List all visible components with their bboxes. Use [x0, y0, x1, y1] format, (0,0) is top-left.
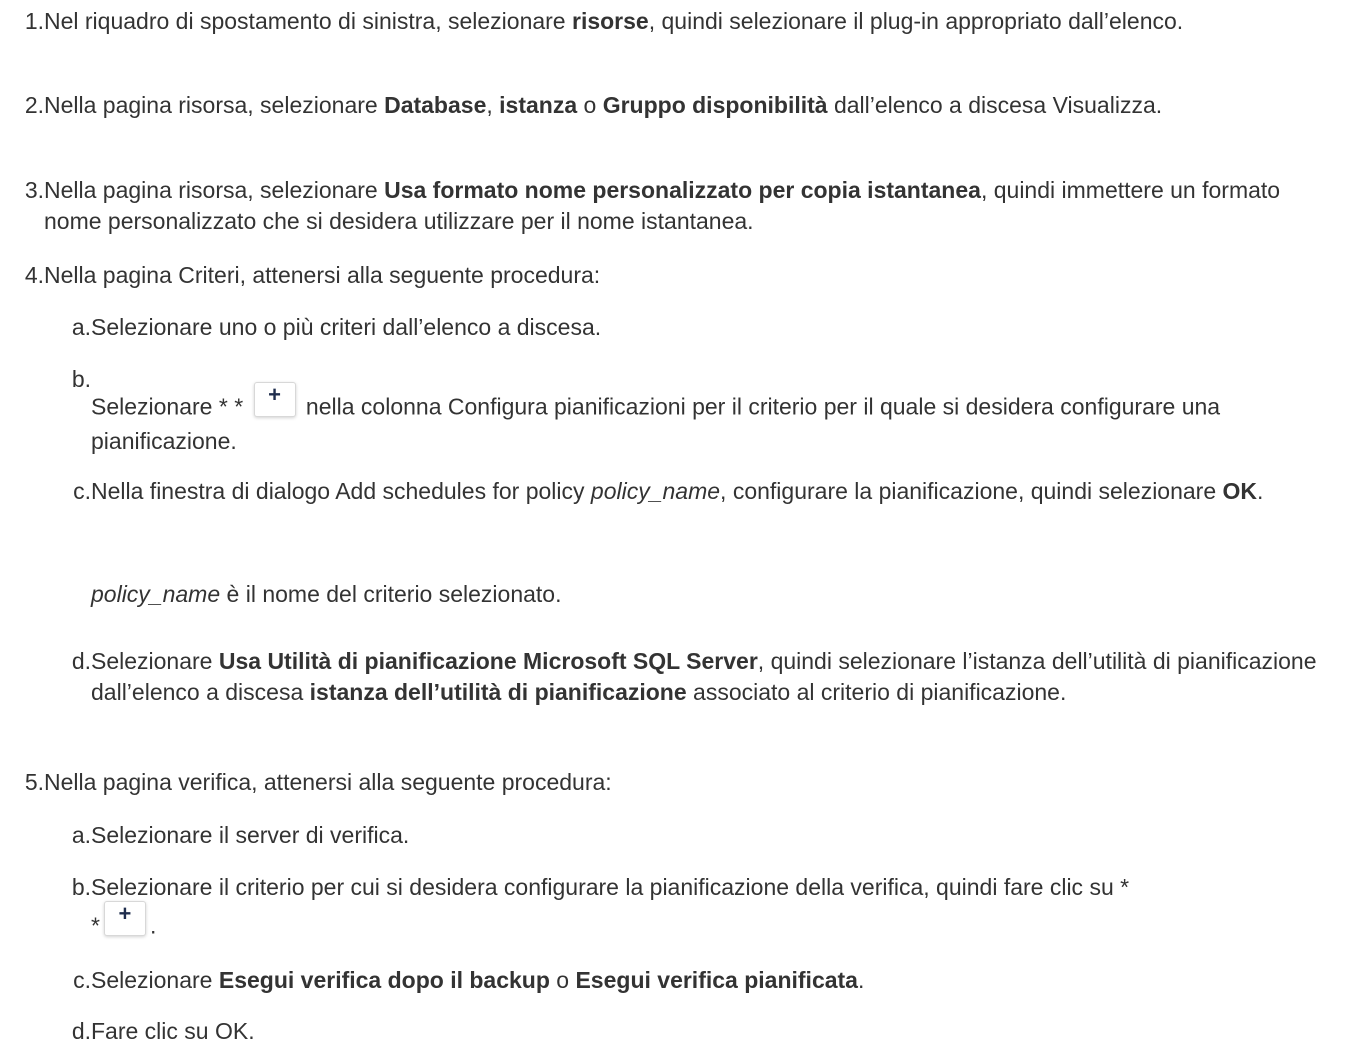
plus-icon: + [118, 901, 132, 926]
step-1: 1. Nel riquadro di spostamento di sinist… [0, 6, 1335, 37]
step-number: 3. [24, 177, 44, 203]
ui-term-gruppo-disponibilita: Gruppo disponibilità [602, 92, 828, 118]
procedure-document: 1. Nel riquadro di spostamento di sinist… [0, 0, 1369, 1050]
substep-4c-note: policy_name è il nome del criterio selez… [91, 581, 562, 607]
policy-name-placeholder: policy_name [590, 478, 721, 504]
substep-letter: d. [71, 648, 91, 674]
step-text: Nella pagina risorsa, selezionare Databa… [44, 92, 1163, 118]
step-text: Nella pagina Criteri, attenersi alla seg… [44, 262, 601, 288]
substep-letter: c. [73, 967, 91, 993]
ui-term-esegui-verifica-dopo-backup: Esegui verifica dopo il backup [218, 967, 550, 993]
ui-term-risorse: risorse [572, 8, 649, 34]
substep-text: Selezionare il criterio per cui si desid… [91, 874, 1130, 900]
step-text: Nel riquadro di spostamento di sinistra,… [44, 8, 1184, 34]
substep-text: Fare clic su OK. [91, 1018, 255, 1044]
substep-letter: d. [71, 1018, 91, 1044]
ui-term-istanza: istanza [499, 92, 578, 118]
substep-4a: a. Selezionare uno o più criteri dall’el… [45, 312, 1340, 343]
substep-text: Selezionare Usa Utilità di pianificazion… [91, 648, 1317, 705]
substep-letter: c. [73, 478, 91, 504]
ui-term-ok: OK [1222, 478, 1258, 504]
plus-icon: + [268, 382, 281, 407]
substep-5d: d. Fare clic su OK. [45, 1016, 1340, 1047]
step-number: 4. [24, 262, 44, 288]
step-3: 3. Nella pagina risorsa, selezionare Usa… [0, 175, 1335, 237]
step-text: Nella pagina risorsa, selezionare Usa fo… [44, 177, 1281, 234]
ui-term-database: Database [384, 92, 487, 118]
ui-term-istanza-utilita: istanza dell’utilità di pianificazione [309, 679, 687, 705]
substep-text: Selezionare uno o più criteri dall’elenc… [91, 314, 602, 340]
ui-term-usa-formato-nome: Usa formato nome personalizzato per copi… [384, 177, 981, 203]
substep-letter: b. [71, 366, 91, 392]
substep-4b: b. Selezionare * * + nella colonna Confi… [45, 364, 1340, 457]
step-number: 5. [24, 769, 44, 795]
substep-4c: c. Nella finestra di dialogo Add schedul… [45, 476, 1340, 507]
step-4: 4. Nella pagina Criteri, attenersi alla … [0, 260, 1335, 291]
ui-term-usa-utilita-pianificazione: Usa Utilità di pianificazione Microsoft … [218, 648, 758, 674]
add-verification-schedule-button[interactable]: + [103, 901, 146, 936]
add-schedule-button[interactable]: + [253, 382, 296, 417]
step-number: 1. [24, 8, 44, 34]
substep-5c: c. Selezionare Esegui verifica dopo il b… [45, 965, 1340, 996]
step-number: 2. [24, 92, 44, 118]
substep-text: Nella finestra di dialogo Add schedules … [91, 478, 1264, 504]
policy-name-placeholder: policy_name [91, 581, 221, 607]
substep-letter: a. [71, 314, 91, 340]
substep-letter: a. [71, 822, 91, 848]
substep-text: Selezionare Esegui verifica dopo il back… [91, 967, 865, 993]
substep-text: Selezionare * * + nella colonna Configur… [91, 382, 1221, 454]
ui-term-esegui-verifica-pianificata: Esegui verifica pianificata [575, 967, 858, 993]
substep-5a: a. Selezionare il server di verifica. [45, 820, 1340, 851]
substep-text: Selezionare il server di verifica. [91, 822, 410, 848]
substep-5b: b. Selezionare il criterio per cui si de… [45, 872, 1340, 945]
substep-letter: b. [71, 874, 91, 900]
step-5: 5. Nella pagina verifica, attenersi alla… [0, 767, 1335, 798]
step-2: 2. Nella pagina risorsa, selezionare Dat… [0, 90, 1335, 121]
step-text: Nella pagina verifica, attenersi alla se… [44, 769, 612, 795]
substep-4d: d. Selezionare Usa Utilità di pianificaz… [45, 646, 1340, 708]
